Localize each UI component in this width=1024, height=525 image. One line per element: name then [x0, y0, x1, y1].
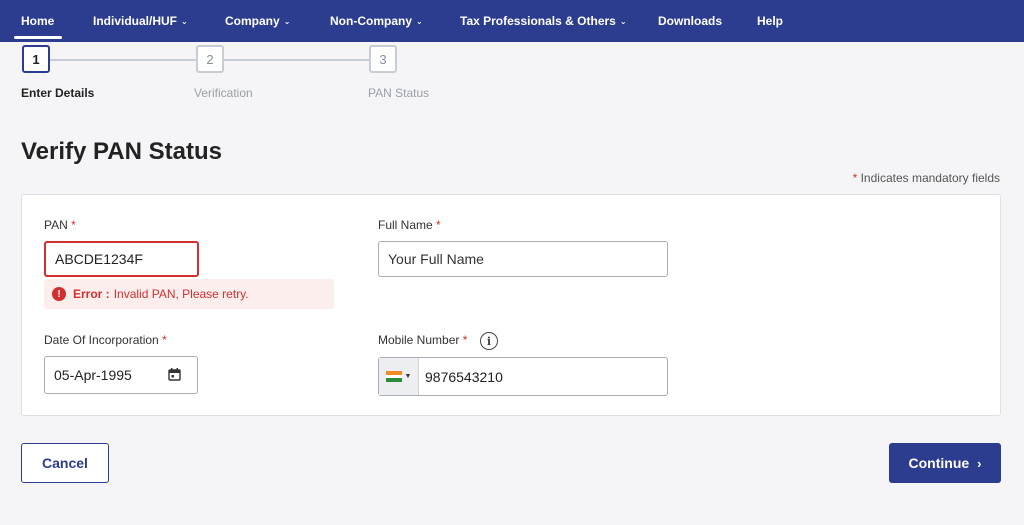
country-code-selector[interactable]: ▼	[379, 358, 419, 395]
step-3-indicator: 3	[369, 45, 397, 73]
full-name-label: Full Name *	[378, 218, 441, 232]
chevron-down-icon: ⌄	[619, 17, 627, 26]
mobile-label: Mobile Number *	[378, 333, 467, 347]
step-3-label: PAN Status	[368, 86, 430, 100]
nav-active-indicator	[14, 36, 62, 39]
step-connector	[50, 59, 196, 61]
error-prefix: Error :	[73, 287, 110, 301]
nav-help[interactable]: Help	[757, 0, 783, 42]
doi-label-text: Date Of Incorporation	[44, 333, 159, 347]
nav-individual-huf[interactable]: Individual/HUF ⌄	[93, 0, 188, 42]
chevron-right-icon: ›	[977, 455, 982, 471]
page-title: Verify PAN Status	[21, 138, 222, 165]
nav-company[interactable]: Company ⌄	[225, 0, 290, 42]
caret-down-icon: ▼	[404, 373, 412, 380]
step-2-label: Verification	[194, 86, 253, 100]
step-2-indicator: 2	[196, 45, 224, 73]
nav-non-company-label: Non-Company	[330, 14, 412, 28]
mobile-number-value: 9876543210	[425, 368, 503, 385]
info-icon[interactable]: i	[480, 332, 498, 350]
required-marker: *	[852, 171, 858, 185]
nav-downloads-label: Downloads	[658, 14, 723, 28]
cancel-button[interactable]: Cancel	[21, 443, 109, 483]
pan-error-message: ! Error : Invalid PAN, Please retry.	[44, 279, 334, 309]
required-marker: *	[71, 218, 76, 232]
nav-tax-professionals-label: Tax Professionals & Others	[460, 14, 616, 28]
mobile-number-field[interactable]: ▼ 9876543210	[378, 357, 668, 396]
error-text: Invalid PAN, Please retry.	[113, 287, 249, 301]
calendar-icon[interactable]	[168, 368, 181, 381]
nav-home-label: Home	[21, 14, 55, 28]
date-of-incorporation-input[interactable]: 05-Apr-1995	[44, 356, 198, 394]
pan-form-card: PAN * ! Error : Invalid PAN, Please retr…	[21, 194, 1001, 416]
nav-non-company[interactable]: Non-Company ⌄	[330, 0, 423, 42]
nav-downloads[interactable]: Downloads	[658, 0, 722, 42]
chevron-down-icon: ⌄	[181, 17, 188, 26]
continue-label: Continue	[908, 455, 970, 471]
nav-individual-huf-label: Individual/HUF	[93, 14, 177, 28]
pan-input[interactable]	[44, 241, 199, 277]
required-marker: *	[162, 333, 167, 347]
required-marker: *	[436, 218, 441, 232]
step-1-label: Enter Details	[21, 86, 95, 100]
mandatory-note-text: Indicates mandatory fields	[860, 171, 1000, 185]
full-name-input[interactable]	[378, 241, 668, 277]
pan-label-text: PAN	[44, 218, 68, 232]
error-icon: !	[52, 287, 66, 301]
nav-tax-professionals[interactable]: Tax Professionals & Others ⌄	[460, 0, 627, 42]
required-marker: *	[462, 333, 468, 347]
progress-stepper: 1 2 3 Enter Details Verification PAN Sta…	[0, 42, 500, 102]
mandatory-note: * Indicates mandatory fields	[853, 171, 1000, 185]
nav-company-label: Company	[225, 14, 280, 28]
nav-help-label: Help	[757, 14, 784, 28]
chevron-down-icon: ⌄	[283, 17, 291, 26]
step-connector	[224, 59, 370, 61]
india-flag-icon	[385, 371, 402, 383]
continue-button[interactable]: Continue ›	[889, 443, 1001, 483]
pan-label: PAN *	[44, 218, 76, 232]
chevron-down-icon: ⌄	[416, 17, 423, 26]
top-navbar: Home Individual/HUF ⌄ Company ⌄ Non-Compan…	[0, 0, 1024, 42]
step-1-indicator: 1	[22, 45, 50, 73]
full-name-label-text: Full Name	[378, 218, 433, 232]
doi-label: Date Of Incorporation *	[44, 333, 167, 347]
mobile-label-text: Mobile Number	[378, 333, 460, 347]
doi-value: 05-Apr-1995	[54, 367, 132, 383]
